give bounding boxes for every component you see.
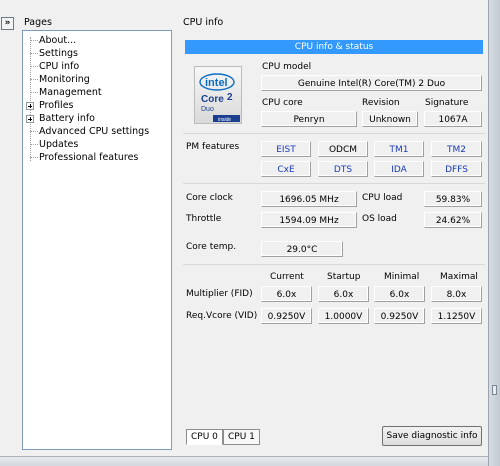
cpu-load-label: CPU load (362, 193, 403, 203)
intel-core2-duo-logo: intel Core 2 Duo inside (194, 66, 242, 124)
save-diagnostic-info-button[interactable]: Save diagnostic info (382, 426, 482, 446)
expand-icon[interactable] (26, 115, 34, 123)
separator (183, 264, 485, 265)
cpu-core-label: CPU core (262, 98, 303, 108)
taskbar-edge (0, 456, 488, 466)
revision-value: Unknown (362, 111, 418, 127)
pm-feature-dts: DTS (318, 161, 368, 177)
signature-label: Signature (425, 98, 469, 108)
tree-connector (30, 66, 38, 67)
vid-current-value: 0.9250V (261, 308, 312, 324)
tree-connector (30, 92, 38, 93)
logo-tag-text: inside (218, 117, 231, 123)
col-header-maximal: Maximal (440, 272, 478, 282)
pm-feature-dffs: DFFS (431, 161, 482, 177)
logo-line3-text: Duo (201, 106, 214, 113)
tree-item-label: CPU info (39, 61, 80, 72)
throttle-value: 1594.09 MHz (261, 212, 357, 228)
pm-feature-odcm: ODCM (318, 141, 368, 157)
logo-line1-text: Core (201, 94, 224, 105)
vid-startup-value: 1.0000V (318, 308, 369, 324)
os-load-value: 24.62% (424, 212, 482, 228)
pm-feature-eist: EIST (261, 141, 311, 157)
separator (183, 133, 485, 134)
tree-item-label: Management (39, 87, 102, 98)
core-clock-value: 1696.05 MHz (261, 191, 357, 207)
logo-line2-text: 2 (227, 92, 233, 103)
cpu-model-value: Genuine Intel(R) Core(TM) 2 Duo (261, 75, 482, 91)
col-header-current: Current (270, 272, 304, 282)
core-temp-value: 29.0°C (261, 241, 343, 257)
fid-startup-value: 6.0x (318, 286, 369, 302)
signature-value: 1067A (424, 111, 482, 127)
tree-item-label: Settings (39, 48, 78, 59)
pm-features-label: PM features (186, 142, 240, 152)
revision-label: Revision (362, 98, 400, 108)
tree-connector (30, 79, 38, 80)
expand-icon[interactable] (26, 102, 34, 110)
vid-minimal-value: 0.9250V (374, 308, 425, 324)
core-clock-label: Core clock (186, 193, 233, 203)
cpu-load-value: 59.83% (424, 191, 482, 207)
fid-maximal-value: 8.0x (431, 286, 482, 302)
pm-feature-tm1: TM1 (374, 141, 424, 157)
core-temp-label: Core temp. (186, 242, 237, 252)
separator (183, 183, 485, 184)
col-header-startup: Startup (327, 272, 361, 282)
tree-connector (30, 131, 38, 132)
edge-marker (492, 385, 497, 395)
intel-logo-icon: intel Core 2 Duo inside (199, 73, 240, 123)
pages-tree[interactable]: About... Settings CPU info Monitoring Ma… (22, 30, 172, 450)
tree-connector (30, 40, 38, 41)
tree-connector (30, 53, 38, 54)
vid-maximal-value: 1.1250V (431, 308, 482, 324)
pages-title: Pages (24, 17, 52, 28)
tree-connector (30, 144, 38, 145)
fid-current-value: 6.0x (261, 286, 312, 302)
tree-item-label: Updates (39, 139, 79, 150)
tab-cpu-0[interactable]: CPU 0 (186, 429, 223, 445)
os-load-label: OS load (362, 214, 397, 224)
collapse-pages-button[interactable]: » (1, 17, 14, 30)
throttle-label: Throttle (186, 214, 222, 224)
tree-connector (30, 37, 31, 161)
cpu-model-label: CPU model (262, 62, 312, 72)
pm-feature-cxe: CxE (261, 161, 311, 177)
status-header: CPU info & status (185, 40, 483, 54)
cpu-core-value: Penryn (261, 111, 357, 127)
tree-item-label: Monitoring (39, 74, 90, 85)
panel-title: CPU info (183, 17, 224, 28)
window-edge (488, 0, 500, 466)
pm-feature-tm2: TM2 (431, 141, 482, 157)
tree-connector (30, 157, 38, 158)
tree-item-label: Profiles (39, 100, 74, 111)
col-header-minimal: Minimal (384, 272, 420, 282)
pm-feature-ida: IDA (374, 161, 424, 177)
multiplier-fid-label: Multiplier (FID) (186, 289, 253, 299)
tab-cpu-1[interactable]: CPU 1 (223, 429, 260, 445)
tree-item-label: Professional features (39, 152, 139, 163)
tree-item-label: About... (39, 35, 77, 46)
logo-brand-text: intel (205, 77, 228, 89)
tree-item-label: Advanced CPU settings (39, 126, 150, 137)
req-vcore-vid-label: Req.Vcore (VID) (186, 311, 258, 321)
fid-minimal-value: 6.0x (374, 286, 425, 302)
tree-item-label: Battery info (39, 113, 95, 124)
